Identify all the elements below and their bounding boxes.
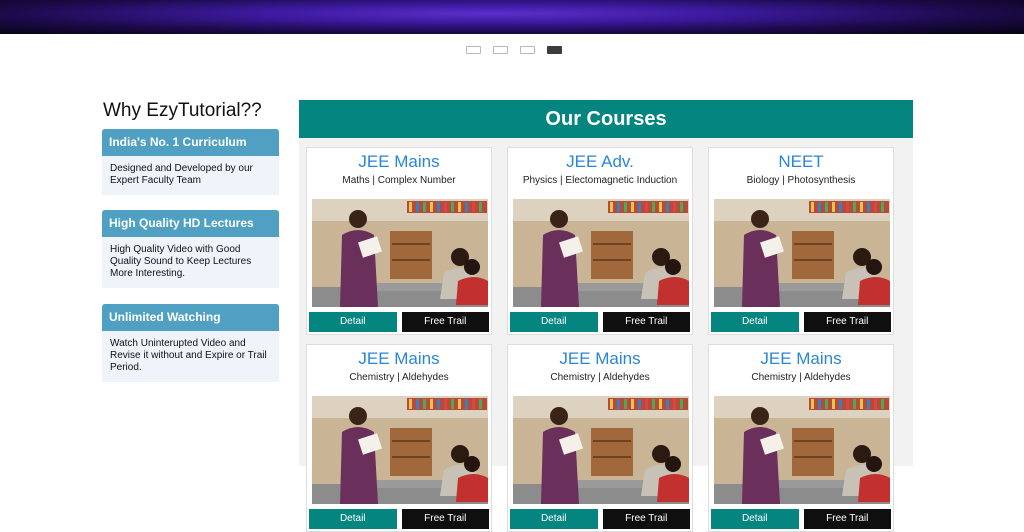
detail-button[interactable]: Detail bbox=[510, 312, 598, 332]
course-title[interactable]: NEET bbox=[709, 152, 893, 172]
feature-text: Watch Uninterupted Video and Revise it w… bbox=[110, 338, 267, 373]
hero-banner bbox=[0, 0, 1024, 34]
feature-card: Unlimited Watching Watch Uninterupted Vi… bbox=[102, 304, 279, 382]
feature-title: India's No. 1 Curriculum bbox=[102, 129, 279, 156]
course-card: JEE Mains Chemistry | Aldehydes Detail Free… bbox=[507, 344, 693, 532]
carousel-dot-1[interactable] bbox=[466, 46, 481, 54]
carousel-indicators bbox=[0, 46, 1024, 54]
course-image[interactable] bbox=[714, 199, 890, 307]
course-subtitle: Maths | Complex Number bbox=[342, 175, 456, 186]
course-card: JEE Mains Maths | Complex Number Detail Fre… bbox=[306, 147, 492, 335]
detail-button[interactable]: Detail bbox=[711, 509, 799, 529]
detail-button[interactable]: Detail bbox=[309, 312, 397, 332]
course-card: NEET Biology | Photosynthesis Detail Free T… bbox=[708, 147, 894, 335]
courses-heading: Our Courses bbox=[299, 100, 913, 138]
carousel-dot-3[interactable] bbox=[520, 46, 535, 54]
course-title[interactable]: JEE Mains bbox=[307, 152, 491, 172]
course-title[interactable]: JEE Mains bbox=[508, 349, 692, 369]
course-title[interactable]: JEE Adv. bbox=[508, 152, 692, 172]
free-trial-button[interactable]: Free Trail bbox=[602, 312, 690, 332]
course-actions: Detail Free Trail bbox=[711, 312, 891, 332]
course-image[interactable] bbox=[513, 199, 689, 307]
feature-card: India's No. 1 Curriculum Designed and De… bbox=[102, 129, 279, 195]
detail-button[interactable]: Detail bbox=[711, 312, 799, 332]
free-trial-button[interactable]: Free Trail bbox=[803, 312, 891, 332]
course-title[interactable]: JEE Mains bbox=[709, 349, 893, 369]
detail-button[interactable]: Detail bbox=[309, 509, 397, 529]
course-actions: Detail Free Trail bbox=[309, 509, 489, 529]
feature-title: High Quality HD Lectures bbox=[102, 210, 279, 237]
carousel-dot-4[interactable] bbox=[547, 46, 562, 54]
course-actions: Detail Free Trail bbox=[510, 509, 690, 529]
carousel-dot-2[interactable] bbox=[493, 46, 508, 54]
free-trial-button[interactable]: Free Trail bbox=[803, 509, 891, 529]
course-subtitle: Chemistry | Aldehydes bbox=[349, 372, 449, 383]
detail-button[interactable]: Detail bbox=[510, 509, 598, 529]
feature-title: Unlimited Watching bbox=[102, 304, 279, 331]
course-subtitle: Chemistry | Aldehydes bbox=[550, 372, 650, 383]
course-image[interactable] bbox=[312, 396, 488, 504]
course-image[interactable] bbox=[513, 396, 689, 504]
course-image[interactable] bbox=[714, 396, 890, 504]
free-trial-button[interactable]: Free Trail bbox=[401, 509, 489, 529]
course-subtitle: Biology | Photosynthesis bbox=[746, 175, 856, 186]
feature-text: Designed and Developed by our Expert Fac… bbox=[110, 163, 253, 186]
why-title: Why EzyTutorial?? bbox=[103, 100, 262, 121]
course-card: JEE Mains Chemistry | Aldehydes Detail Free… bbox=[306, 344, 492, 532]
free-trial-button[interactable]: Free Trail bbox=[401, 312, 489, 332]
course-actions: Detail Free Trail bbox=[309, 312, 489, 332]
feature-card: High Quality HD Lectures High Quality Vi… bbox=[102, 210, 279, 288]
free-trial-button[interactable]: Free Trail bbox=[602, 509, 690, 529]
course-image[interactable] bbox=[312, 199, 488, 307]
course-actions: Detail Free Trail bbox=[711, 509, 891, 529]
course-card: JEE Mains Chemistry | Aldehydes Detail Free… bbox=[708, 344, 894, 532]
course-title[interactable]: JEE Mains bbox=[307, 349, 491, 369]
course-subtitle: Physics | Electomagnetic Induction bbox=[522, 175, 678, 186]
feature-text: High Quality Video with Good Quality Sou… bbox=[110, 244, 252, 279]
course-subtitle: Chemistry | Aldehydes bbox=[751, 372, 851, 383]
course-card: JEE Adv. Physics | Electomagnetic Inducti… bbox=[507, 147, 693, 335]
course-actions: Detail Free Trail bbox=[510, 312, 690, 332]
